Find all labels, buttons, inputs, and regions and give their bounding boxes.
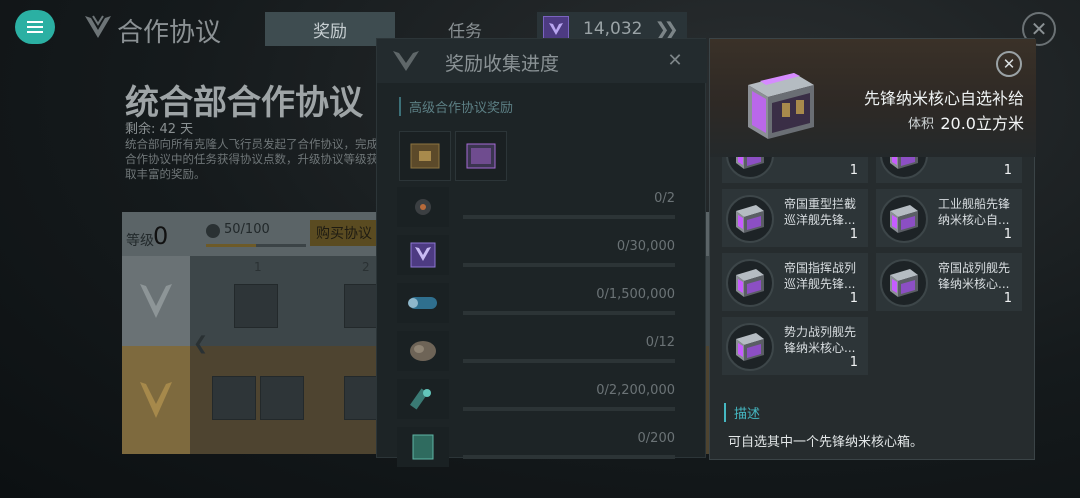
- gold-crate-icon: [410, 143, 440, 169]
- volume-label: 体积: [907, 117, 934, 132]
- content-item[interactable]: 1: [876, 157, 1022, 183]
- content-item[interactable]: 1: [722, 157, 868, 183]
- menu-button[interactable]: [15, 10, 55, 44]
- progress-row: 0/2,200,000: [397, 379, 693, 423]
- section-title: 高级合作协议奖励: [399, 97, 513, 116]
- content-item-name: 帝国战列舰先锋纳米核心...: [938, 261, 1011, 291]
- content-item[interactable]: 帝国指挥战列巡洋舰先锋... 1: [722, 253, 868, 311]
- nano-core-crate-icon: [880, 195, 928, 243]
- agreement-description: 统合部向所有克隆人飞行员发起了合作协议，完成合作协议中的任务获得协议点数，升级协…: [125, 137, 378, 181]
- reward-progress-modal: 奖励收集进度 ✕ 高级合作协议奖励 0/2 0/30,000 0/1,500,000…: [376, 38, 707, 467]
- progress-bar: [463, 263, 675, 267]
- nano-core-crate-icon: [726, 259, 774, 307]
- page-title: 合作协议: [117, 18, 222, 48]
- progress-value: 0/1,500,000: [596, 287, 675, 302]
- content-item[interactable]: 帝国重型拦截巡洋舰先锋... 1: [722, 189, 868, 247]
- content-item-qty: 1: [849, 163, 858, 178]
- item-detail-panel: ✕ 先锋纳米核心自选补给 体积 20.0立方米 1 1 帝国重型拦截巡洋舰先锋...…: [709, 38, 1036, 460]
- nano-core-crate-icon: [880, 259, 928, 307]
- buy-agreement-button[interactable]: 购买协议: [310, 220, 384, 246]
- close-icon[interactable]: ✕: [996, 51, 1022, 77]
- game-screen: 合作协议 奖励 任务 14,032 ❯❯ ✕ 统合部合作协议 剩余: 42 天 …: [0, 0, 1080, 498]
- nano-core-crate-icon: [880, 157, 928, 179]
- modal-header: 奖励收集进度 ✕: [377, 39, 707, 83]
- purple-crate-icon: [466, 143, 496, 169]
- item-name: 先锋纳米核心自选补给: [863, 89, 1024, 108]
- teal-card-icon[interactable]: [397, 427, 449, 467]
- drone-part-icon[interactable]: [397, 187, 449, 227]
- volume-value: 20.0立方米: [940, 114, 1024, 133]
- column-number: 1: [254, 260, 262, 274]
- progress-row: 0/30,000: [397, 235, 693, 279]
- purple-emblem-chip-icon[interactable]: [397, 235, 449, 275]
- purple-crate-preview[interactable]: [455, 131, 507, 181]
- nano-core-crate-icon: [748, 73, 814, 139]
- remaining-days: 剩余: 42 天: [125, 122, 194, 137]
- progress-value: 0/2: [654, 191, 675, 206]
- modal-title: 奖励收集进度: [445, 53, 560, 75]
- progress-row: 0/2: [397, 187, 693, 231]
- reward-item[interactable]: [234, 284, 278, 328]
- progress-value: 0/30,000: [616, 239, 675, 254]
- detail-header: ✕ 先锋纳米核心自选补给 体积 20.0立方米: [710, 39, 1036, 157]
- wing-emblem-icon: [85, 15, 111, 38]
- progress-row: 0/200: [397, 427, 693, 471]
- content-item-qty: 1: [1003, 163, 1012, 178]
- premium-tier-emblem: [122, 346, 190, 454]
- gold-wing-icon: [140, 382, 172, 418]
- content-item[interactable]: 势力战列舰先锋纳米核心... 1: [722, 317, 868, 375]
- xp-value: 50/100: [224, 222, 270, 237]
- silver-wing-icon: [140, 284, 172, 318]
- progress-bar: [463, 215, 675, 219]
- close-icon[interactable]: ✕: [664, 49, 686, 71]
- content-item-qty: 1: [849, 355, 858, 370]
- chevron-left-icon[interactable]: ❮: [193, 333, 208, 354]
- description-label: 描述: [724, 403, 760, 422]
- progress-bar: [463, 455, 675, 459]
- nano-core-crate-icon: [726, 195, 774, 243]
- nano-core-crate-icon: [726, 157, 774, 179]
- wing-emblem-icon: [393, 51, 419, 71]
- progress-bar: [463, 359, 675, 363]
- gold-crate-preview[interactable]: [399, 131, 451, 181]
- progress-value: 0/12: [645, 335, 675, 350]
- content-item-qty: 1: [849, 291, 858, 306]
- progress-value: 0/200: [637, 431, 675, 446]
- progress-row: 0/1,500,000: [397, 283, 693, 327]
- progress-bar: [463, 407, 675, 411]
- reward-item[interactable]: [260, 376, 304, 420]
- hamburger-menu-icon: [27, 26, 43, 28]
- content-item[interactable]: 工业舰船先锋纳米核心自... 1: [876, 189, 1022, 247]
- content-item-name: 势力战列舰先锋纳米核心...: [784, 325, 857, 355]
- column-number: 2: [362, 260, 370, 274]
- content-item-name: 工业舰船先锋纳米核心自...: [938, 197, 1011, 227]
- progress-row: 0/12: [397, 331, 693, 375]
- content-item-qty: 1: [849, 227, 858, 242]
- currency-value: 14,032: [583, 19, 643, 39]
- xp-bar: [206, 244, 306, 247]
- content-item-qty: 1: [1003, 227, 1012, 242]
- content-item-name: 帝国指挥战列巡洋舰先锋...: [784, 261, 857, 291]
- xp-bar-fill: [206, 244, 256, 247]
- level-value: 0: [153, 222, 169, 250]
- injector-icon[interactable]: [397, 379, 449, 419]
- reward-item[interactable]: [212, 376, 256, 420]
- double-chevron-right-icon[interactable]: ❯❯: [654, 19, 678, 40]
- level-label: 等级: [126, 233, 154, 249]
- ore-chunk-icon[interactable]: [397, 331, 449, 371]
- nano-core-crate-icon: [726, 323, 774, 371]
- xp-icon: [206, 224, 220, 238]
- content-item[interactable]: 帝国战列舰先锋纳米核心... 1: [876, 253, 1022, 311]
- free-tier-emblem: [122, 256, 190, 346]
- progress-value: 0/2,200,000: [596, 383, 675, 398]
- blue-canister-icon[interactable]: [397, 283, 449, 323]
- agreement-title: 统合部合作协议: [125, 83, 363, 123]
- content-item-name: 帝国重型拦截巡洋舰先锋...: [784, 197, 857, 227]
- progress-bar: [463, 311, 675, 315]
- contents-list: 1 1 帝国重型拦截巡洋舰先锋... 1 工业舰船先锋纳米核心自... 1 帝国指挥战列巡洋…: [722, 157, 1026, 393]
- content-item-qty: 1: [1003, 291, 1012, 306]
- description-text: 可自选其中一个先锋纳米核心箱。: [728, 435, 924, 450]
